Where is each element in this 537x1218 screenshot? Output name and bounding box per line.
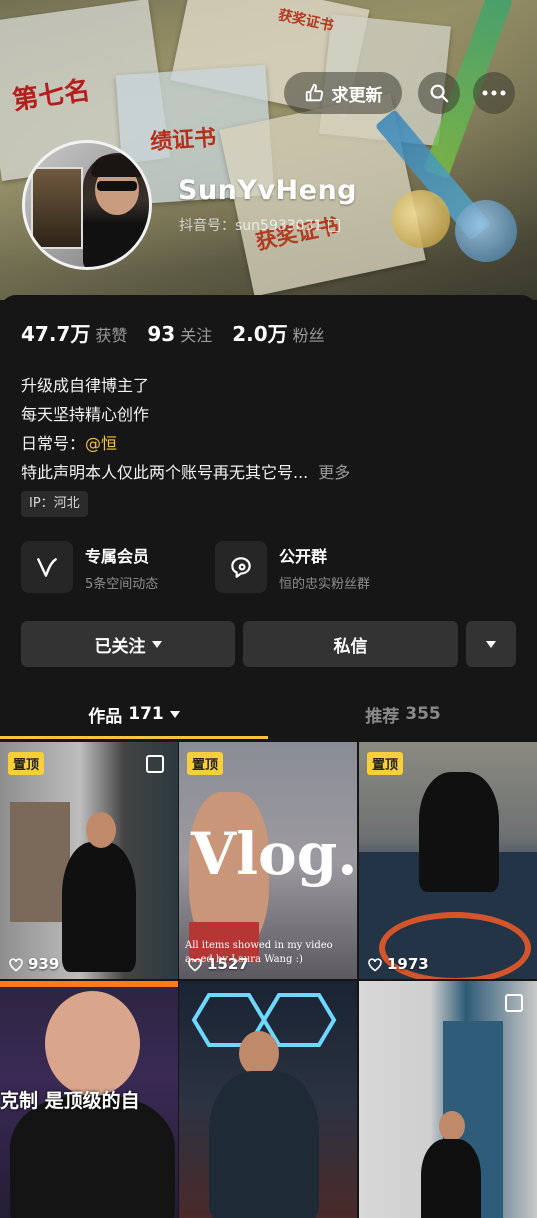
active-tab-indicator [0,736,268,739]
multi-image-icon [505,994,523,1012]
video-thumbnail[interactable]: Vlog. All items showed in my video a...e… [179,742,357,979]
person-head [239,1031,279,1076]
followed-label: 已关注 [94,636,146,657]
bio-more-link[interactable]: 更多 [318,463,350,482]
vip-v-icon [21,541,73,593]
chevron-down-icon [169,710,180,718]
chevron-down-icon [486,640,496,648]
content-tabs: 作品 171 推荐 355 [0,690,537,740]
search-icon [430,84,449,103]
following-label: 关注 [180,326,213,345]
public-group-entry[interactable]: 公开群 恒的忠实粉丝群 [215,541,370,593]
likes-count-text: 939 [28,955,60,973]
followers-count[interactable]: 2.0万 [232,318,287,347]
tab-count: 171 [128,704,164,724]
video-thumbnail[interactable] [359,981,537,1218]
person-head [45,991,140,1096]
ip-location-badge: IP：河北 [21,491,88,517]
following-count[interactable]: 93 [147,322,175,346]
pinned-badge: 置顶 [8,752,45,775]
avatar-hair [91,155,143,177]
video-thumbnail[interactable] [179,981,357,1218]
group-chat-icon [215,541,267,593]
profile-stats: 47.7万 获赞 93 关注 2.0万 粉丝 [21,318,345,347]
person-figure [62,842,136,972]
medal-graphic [392,190,450,248]
medal-graphic [455,200,517,262]
bio-line: 特此声明本人仅此两个账号再无其它号... 更多 [21,458,350,487]
person-head [86,812,116,848]
room-door [10,802,70,922]
person-figure [419,772,499,892]
likes-count[interactable]: 47.7万 [21,318,90,347]
person-head [439,1111,465,1141]
video-likes: 939 [8,955,59,973]
tab-label: 推荐 [365,706,400,727]
request-update-label: 求更新 [331,85,383,106]
video-likes: 1527 [187,955,249,973]
avatar[interactable] [22,140,152,270]
neon-light [0,981,178,987]
tab-label: 作品 [88,706,123,727]
recommend-dropdown-button[interactable] [466,621,516,667]
followed-button[interactable]: 已关注 [21,621,235,667]
exclusive-member-entry[interactable]: 专属会员 5条空间动态 [21,541,158,593]
thumbs-up-icon [305,83,323,102]
feature-title: 公开群 [279,546,328,566]
tab-count: 355 [405,704,441,724]
certificate-text: 绩证书 [149,124,217,156]
likes-label: 获赞 [95,326,128,345]
tab-works[interactable]: 作品 171 [0,690,268,738]
feature-title: 专属会员 [85,546,150,566]
vlog-caption: All items showed in my video [185,940,333,951]
bio-line-text: 特此声明本人仅此两个账号再无其它号... [21,463,309,482]
video-overlay-text: 克制 是顶级的自 [0,1090,140,1112]
message-label: 私信 [333,636,368,657]
video-thumbnail[interactable]: 置顶 939 [0,742,178,979]
pinned-badge: 置顶 [367,752,404,775]
profile-nickname: SunYvHeng [178,175,357,206]
bio-line: 升级成自律博主了 [21,376,150,395]
heart-icon [188,957,202,971]
copy-icon[interactable] [328,218,341,232]
bio-mention-link[interactable]: @恒 [85,434,117,453]
avatar-photo-frame [31,167,83,249]
account-id[interactable]: 抖音号：sun5933031 [179,215,341,235]
tab-recommend[interactable]: 推荐 355 [269,690,537,738]
person-figure [209,1071,319,1218]
request-update-button[interactable]: 求更新 [284,72,402,114]
followers-label: 粉丝 [292,326,325,345]
pinned-badge: 置顶 [187,752,224,775]
video-thumbnail[interactable]: 克制 是顶级的自 [0,981,178,1218]
feature-subtitle: 5条空间动态 [85,576,159,592]
person-figure [421,1139,481,1218]
more-dots-icon [482,90,506,96]
feature-subtitle: 恒的忠实粉丝群 [279,576,371,592]
more-options-button[interactable] [473,72,515,114]
account-id-text: 抖音号：sun5933031 [179,218,323,234]
likes-count-text: 1527 [207,955,249,973]
search-button[interactable] [418,72,460,114]
video-thumbnail[interactable]: 置顶 1973 [359,742,537,979]
heart-icon [9,957,23,971]
vlog-title: Vlog. [191,820,357,888]
message-button[interactable]: 私信 [243,621,458,667]
avatar-glasses [97,181,137,191]
bio-line: 日常号：@恒 [21,429,350,458]
profile-bio: 升级成自律博主了 每天坚持精心创作 日常号：@恒 特此声明本人仅此两个账号再无其… [21,371,350,487]
chevron-down-icon [151,640,162,648]
bio-line: 每天坚持精心创作 [21,405,150,424]
heart-icon [368,957,382,971]
likes-count-text: 1973 [387,955,429,973]
video-likes: 1973 [367,955,429,973]
bio-line-prefix: 日常号： [21,434,86,453]
multi-image-icon [146,755,164,773]
